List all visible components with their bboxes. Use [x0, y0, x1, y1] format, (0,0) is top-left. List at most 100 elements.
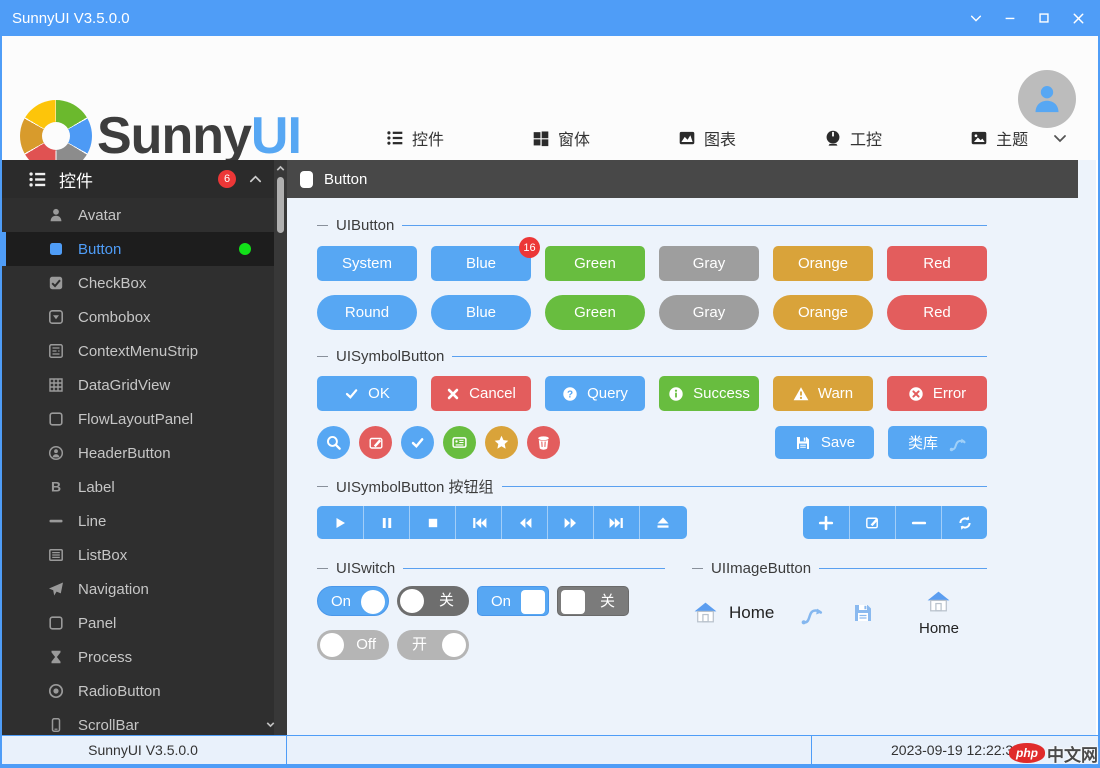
trash-icon[interactable]: [527, 426, 560, 459]
switch-square-on[interactable]: On: [477, 586, 549, 616]
pause-icon[interactable]: [363, 506, 409, 539]
orange-button[interactable]: Orange: [773, 246, 873, 281]
sidebar: 控件 6 Avatar Button CheckBox Combobox Con…: [2, 160, 287, 735]
blue-button[interactable]: Blue 16: [431, 246, 531, 281]
titlebar: SunnyUI V3.5.0.0: [0, 0, 1100, 36]
sidebar-item-panel[interactable]: Panel: [2, 606, 287, 640]
refresh-icon[interactable]: [941, 506, 987, 539]
nav-item-industrial[interactable]: 工控: [824, 126, 882, 150]
skip-start-icon[interactable]: [455, 506, 501, 539]
cancel-button[interactable]: Cancel: [431, 376, 531, 411]
minimize-icon[interactable]: [996, 5, 1024, 31]
check-circle-icon[interactable]: [401, 426, 434, 459]
scroll-down-icon[interactable]: [264, 718, 277, 731]
round-red-button[interactable]: Red: [887, 295, 987, 330]
sidebar-item-listbox[interactable]: ListBox: [2, 538, 287, 572]
plus-icon[interactable]: [803, 506, 849, 539]
paper-plane-icon: [48, 581, 64, 597]
user-avatar[interactable]: [1018, 70, 1076, 128]
edit-icon[interactable]: [849, 506, 895, 539]
round-green-button[interactable]: Green: [545, 295, 645, 330]
close-icon[interactable]: [1064, 5, 1092, 31]
switch-disabled-on[interactable]: 开: [397, 630, 469, 660]
sidebar-item-scrollbar[interactable]: ScrollBar: [2, 708, 287, 735]
switch-round-on[interactable]: On: [317, 586, 389, 616]
sidebar-item-label[interactable]: B Label: [2, 470, 287, 504]
sidebar-scrollbar[interactable]: [274, 160, 287, 735]
minus-icon[interactable]: [895, 506, 941, 539]
switch-disabled-off[interactable]: Off: [317, 630, 389, 660]
sidebar-item-button[interactable]: Button: [2, 232, 287, 266]
sidebar-item-combobox[interactable]: Combobox: [2, 300, 287, 334]
sidebar-item-radiobutton[interactable]: RadioButton: [2, 674, 287, 708]
uibutton-row2: Round Blue Green Gray Orange Red: [317, 295, 987, 330]
info-circle-icon: [668, 386, 684, 402]
route-shuffle-icon[interactable]: [798, 600, 825, 627]
id-card-icon[interactable]: [443, 426, 476, 459]
home-image-button-vertical[interactable]: Home: [919, 589, 959, 637]
ok-button[interactable]: OK: [317, 376, 417, 411]
scroll-up-icon[interactable]: [274, 162, 287, 175]
star-icon[interactable]: [485, 426, 518, 459]
scrollbar-thumb[interactable]: [277, 177, 284, 233]
success-button[interactable]: Success: [659, 376, 759, 411]
button-square-icon: [48, 241, 64, 257]
grid-icon: [48, 377, 64, 393]
sidebar-item-line[interactable]: Line: [2, 504, 287, 538]
nav-item-controls[interactable]: 控件: [386, 126, 444, 150]
query-button[interactable]: ? Query: [545, 376, 645, 411]
rewind-icon[interactable]: [501, 506, 547, 539]
sidebar-item-contextmenustrip[interactable]: ContextMenuStrip: [2, 334, 287, 368]
eject-icon[interactable]: [639, 506, 685, 539]
windows-icon: [532, 129, 550, 147]
skip-end-icon[interactable]: [593, 506, 639, 539]
round-gray-button[interactable]: Gray: [659, 295, 759, 330]
round-orange-button[interactable]: Orange: [773, 295, 873, 330]
maximize-icon[interactable]: [1030, 5, 1058, 31]
svg-text:?: ?: [567, 389, 573, 400]
sidebar-item-process[interactable]: Process: [2, 640, 287, 674]
sidebar-item-avatar[interactable]: Avatar: [2, 198, 287, 232]
switch-round-off[interactable]: 关: [397, 586, 469, 616]
edit-card-icon[interactable]: [359, 426, 392, 459]
page-content: UIButton System Blue 16 Green Gray Orang…: [317, 198, 987, 660]
extend-chevron-icon[interactable]: [962, 5, 990, 31]
sidebar-header-controls[interactable]: 控件 6: [2, 160, 287, 198]
floppy-image-icon[interactable]: [851, 601, 875, 625]
fast-forward-icon[interactable]: [547, 506, 593, 539]
system-button[interactable]: System: [317, 246, 417, 281]
error-button[interactable]: Error: [887, 376, 987, 411]
nav-chevron-down-icon[interactable]: [1052, 130, 1068, 146]
media-toolbar: [317, 506, 687, 539]
phone-icon: [48, 717, 64, 733]
round-button[interactable]: Round: [317, 295, 417, 330]
sidebar-item-datagridview[interactable]: DataGridView: [2, 368, 287, 402]
sidebar-count-badge: 6: [218, 170, 236, 188]
switch-square-off[interactable]: 关: [557, 586, 629, 616]
red-button[interactable]: Red: [887, 246, 987, 281]
gauge-icon: [824, 129, 842, 147]
collapse-chevron-up-icon[interactable]: [248, 172, 263, 187]
round-blue-button[interactable]: Blue: [431, 295, 531, 330]
nav-item-forms[interactable]: 窗体: [532, 126, 590, 150]
square-outline-icon: [48, 615, 64, 631]
page-form-icon: [300, 171, 313, 188]
gray-button[interactable]: Gray: [659, 246, 759, 281]
warn-button[interactable]: Warn: [773, 376, 873, 411]
sidebar-item-navigation[interactable]: Navigation: [2, 572, 287, 606]
sidebar-item-headerbutton[interactable]: HeaderButton: [2, 436, 287, 470]
library-button[interactable]: 类库: [888, 426, 987, 459]
nav-item-charts[interactable]: 图表: [678, 126, 736, 150]
group-buttongroup-title: UISymbolButton 按钮组: [317, 473, 987, 499]
app-header: SunnyUI 控件 窗体 图表 工控 主题: [2, 36, 1098, 160]
save-button[interactable]: Save: [775, 426, 874, 459]
stop-icon[interactable]: [409, 506, 455, 539]
search-icon[interactable]: [317, 426, 350, 459]
play-icon[interactable]: [317, 506, 363, 539]
sidebar-item-flowlayoutpanel[interactable]: FlowLayoutPanel: [2, 402, 287, 436]
home-image-button[interactable]: Home: [692, 600, 774, 627]
hline-icon: [48, 513, 64, 529]
nav-item-themes[interactable]: 主题: [970, 126, 1028, 150]
sidebar-item-checkbox[interactable]: CheckBox: [2, 266, 287, 300]
green-button[interactable]: Green: [545, 246, 645, 281]
